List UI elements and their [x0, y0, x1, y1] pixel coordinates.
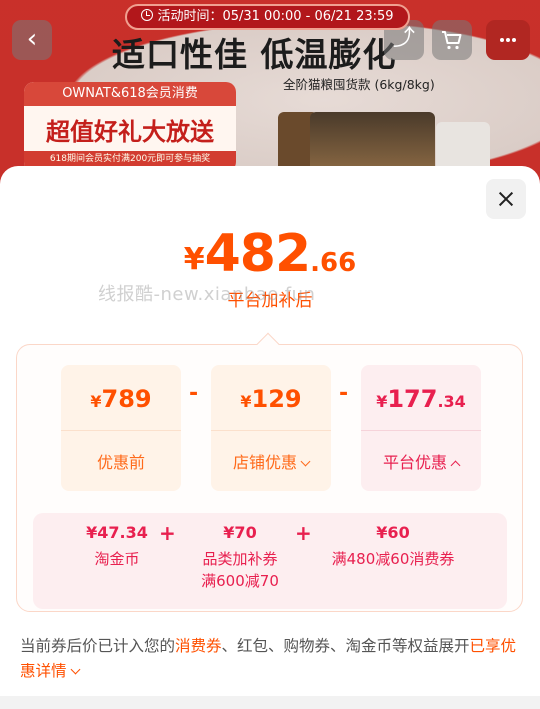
back-button[interactable]: ‹	[12, 20, 52, 60]
chevron-up-icon	[450, 460, 461, 471]
more-icon	[500, 38, 516, 42]
more-button[interactable]	[486, 20, 530, 60]
discount-name: 品类加补券	[202, 550, 278, 568]
promo-card-title: OWNAT&618会员消费	[24, 82, 236, 106]
footnote-text: 、红包、购物券、淘金币等权益展开	[221, 637, 470, 655]
activity-time-text: 活动时间：05/31 00:00 - 06/21 23:59	[157, 9, 394, 24]
cell-label: 优惠前	[96, 453, 145, 472]
store-discount-cell[interactable]: ¥129 店铺优惠	[211, 365, 331, 491]
cell-label: 平台优惠	[382, 453, 447, 472]
banner-sub-headline: 全阶猫粮囤货款 (6kg/8kg)	[283, 77, 435, 92]
minus-operator: -	[339, 381, 349, 406]
footnote: 当前券后价已计入您的消费券、红包、购物券、淘金币等权益展开已享优惠详情	[20, 634, 520, 684]
cart-button[interactable]	[432, 20, 472, 60]
final-price-currency: ¥	[183, 242, 205, 277]
product-image	[310, 112, 435, 174]
promo-card[interactable]: OWNAT&618会员消费 超值好礼大放送 618期间会员实付满200元即可参与…	[24, 82, 236, 172]
amount-value: 177	[387, 385, 438, 413]
divider	[61, 430, 181, 431]
plus-operator: +	[159, 521, 176, 545]
price-breakdown: ¥789 优惠前 - ¥129 店铺优惠 - ¥177.34 平台优惠 ¥47.…	[16, 332, 523, 612]
close-button[interactable]	[486, 179, 526, 219]
promo-card-note: 618期间会员实付满200元即可参与抽奖	[24, 151, 236, 167]
amount-value: 789	[101, 385, 152, 413]
amount-currency: ¥	[376, 392, 388, 411]
discount-amount: ¥60	[376, 523, 410, 542]
final-price-decimal: .66	[310, 248, 357, 278]
chevron-down-icon	[300, 456, 311, 467]
footnote-highlight: 消费券	[175, 637, 222, 655]
footnote-text: 当前券后价已计入您的	[20, 637, 176, 655]
price-detail-sheet: ¥482.66 平台加补后 线报酷-new.xianbao.fun ¥789 优…	[0, 166, 540, 696]
minus-operator: -	[189, 381, 199, 406]
amount-currency: ¥	[90, 392, 102, 411]
chevron-left-icon: ‹	[26, 24, 38, 54]
cart-icon	[442, 31, 462, 50]
product-image	[436, 122, 490, 172]
divider	[211, 430, 331, 431]
chevron-down-icon	[70, 664, 80, 675]
platform-discount-details: ¥47.34 淘金币 + ¥70 品类加补券 满600减70 + ¥60 满48…	[33, 513, 507, 609]
banner-headline: 适口性佳 低温膨化	[112, 35, 397, 74]
promo-card-headline: 超值好礼大放送	[46, 118, 214, 146]
divider	[361, 430, 481, 431]
final-price: ¥482.66	[0, 224, 540, 284]
pointer-notch	[256, 332, 280, 356]
discount-amount: ¥70	[223, 523, 257, 542]
discount-condition: 满600减70	[201, 572, 279, 590]
clock-icon	[141, 9, 154, 21]
final-price-integer: 482	[204, 224, 312, 284]
amount-value: 129	[251, 385, 302, 413]
discount-name: 淘金币	[94, 550, 140, 568]
platform-discount-cell[interactable]: ¥177.34 平台优惠	[361, 365, 481, 491]
consumption-coupon-discount: ¥60 满480减60消费券	[305, 513, 481, 570]
cell-label: 店铺优惠	[232, 453, 297, 472]
watermark: 线报酷-new.xianbao.fun	[98, 284, 316, 305]
activity-time-badge: 活动时间：05/31 00:00 - 06/21 23:59	[125, 4, 410, 30]
amount-decimal: .34	[437, 392, 466, 411]
discount-amount: ¥47.34	[86, 523, 148, 542]
coin-discount: ¥47.34 淘金币	[77, 513, 157, 570]
category-coupon-discount: ¥70 品类加补券 满600减70	[185, 513, 295, 592]
amount-currency: ¥	[240, 392, 252, 411]
discount-name: 满480减60消费券	[331, 550, 455, 568]
original-price-cell: ¥789 优惠前	[61, 365, 181, 491]
